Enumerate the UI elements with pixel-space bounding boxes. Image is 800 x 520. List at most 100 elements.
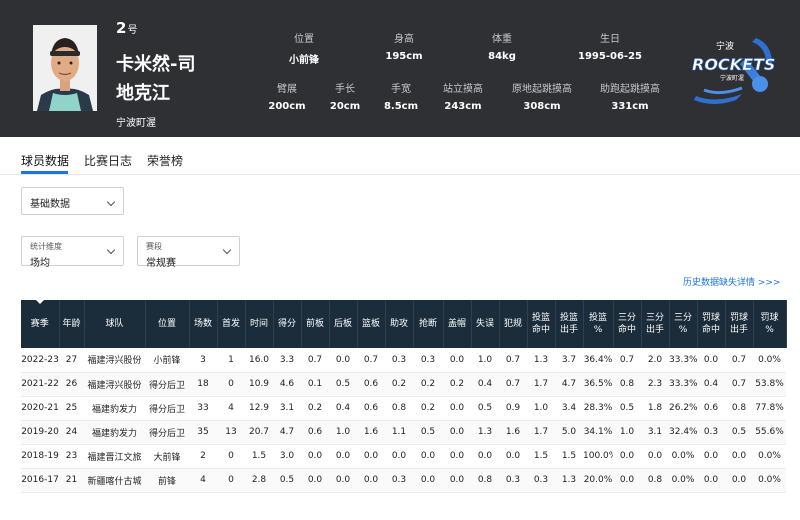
stat-value: 1995-06-25 [578, 51, 642, 62]
table-cell: 25 [59, 396, 84, 421]
table-cell: 得分后卫 [145, 396, 189, 421]
stat-label: 原地起跳摸高 [512, 84, 572, 95]
table-cell: 0.0 [697, 468, 725, 493]
column-header[interactable]: 三分 命中 [613, 300, 642, 348]
table-cell: 0.0 [443, 420, 471, 445]
table-cell: 55.6% [753, 420, 786, 445]
table-cell: 1.1 [385, 420, 413, 445]
column-header[interactable]: 篮板 [357, 300, 386, 348]
player-name-line1: 卡米然-司 [116, 54, 196, 75]
stage-select[interactable]: 赛段 常规赛 [137, 236, 240, 269]
column-header[interactable]: 位置 [145, 300, 190, 348]
table-cell: 28.3% [583, 396, 613, 421]
table-cell: 35 [189, 420, 217, 445]
table-cell: 2022-23 [21, 348, 59, 373]
column-header[interactable]: 抢断 [413, 300, 444, 348]
data-type-select[interactable]: 基础数据 [21, 187, 124, 215]
table-cell: 0.0% [753, 468, 786, 493]
table-cell: 3.4 [555, 396, 583, 421]
table-cell: 36.4% [583, 348, 613, 373]
table-cell: 福建豹发力 [84, 420, 145, 445]
table-cell: 4 [217, 396, 245, 421]
table-cell: 1.7 [527, 420, 555, 445]
table-cell: 3 [189, 348, 217, 373]
tab-game-log[interactable]: 比赛日志 [84, 152, 132, 174]
column-header[interactable]: 赛季 [21, 299, 60, 348]
stat-weight: 体重 84kg [462, 30, 542, 62]
table-cell: 福建浔兴股份 [84, 348, 145, 373]
stat-value: 84kg [488, 51, 516, 62]
table-cell: 1.6 [357, 420, 385, 445]
table-cell: 0.0 [357, 468, 385, 493]
table-cell: 4.7 [555, 372, 583, 397]
table-cell: 0.0 [443, 348, 471, 373]
table-cell: 福建豹发力 [84, 396, 145, 421]
table-cell: 0.0 [385, 444, 413, 469]
table-cell: 0.0 [725, 468, 753, 493]
select-value: 常规赛 [146, 258, 176, 269]
column-header[interactable]: 罚球 出手 [725, 300, 754, 348]
table-cell: 0.0 [443, 396, 471, 421]
column-header[interactable]: 三分% [669, 300, 698, 348]
table-cell: 0.0 [725, 444, 753, 469]
column-header[interactable]: 时间 [245, 300, 274, 348]
table-cell: 0.0 [413, 468, 443, 493]
table-cell: 0.0 [471, 444, 499, 469]
column-header[interactable]: 罚球% [753, 300, 787, 348]
column-header[interactable]: 投篮 命中 [527, 300, 556, 348]
column-header[interactable]: 得分 [273, 300, 302, 348]
column-header[interactable]: 罚球 命中 [697, 300, 726, 348]
table-cell: 0.3 [499, 468, 527, 493]
column-header[interactable]: 投篮% [583, 300, 614, 348]
table-cell: 0 [217, 372, 245, 397]
table-cell: 4.6 [273, 372, 301, 397]
column-header[interactable]: 球队 [84, 300, 146, 348]
table-cell: 0.5 [613, 396, 641, 421]
table-cell: 0.3 [385, 468, 413, 493]
column-header[interactable]: 首发 [217, 300, 246, 348]
tab-honors[interactable]: 荣誉榜 [147, 152, 183, 174]
table-cell: 1.5 [245, 444, 273, 469]
table-cell: 得分后卫 [145, 420, 189, 445]
column-header[interactable]: 后板 [329, 300, 358, 348]
table-cell: 3.3 [273, 348, 301, 373]
table-cell: 0.0 [641, 444, 669, 469]
table-cell: 0.0 [329, 468, 357, 493]
table-row: 2020-21 25 福建豹发力 得分后卫 33 4 12.9 3.1 0.2 0.4 0.6 0.8… [21, 396, 786, 421]
table-cell: 0.0 [301, 468, 329, 493]
stat-value: 308cm [523, 101, 561, 112]
table-cell: 0 [217, 444, 245, 469]
column-header[interactable]: 投篮 出手 [555, 300, 584, 348]
table-cell: 0.0 [357, 444, 385, 469]
column-header[interactable]: 犯规 [499, 300, 528, 348]
stat-value: 331cm [611, 101, 649, 112]
stat-height: 身高 195cm [364, 30, 444, 62]
column-header[interactable]: 助攻 [385, 300, 414, 348]
player-name: 卡米然-司 地克江 [116, 50, 216, 108]
table-cell: 得分后卫 [145, 372, 189, 397]
column-header[interactable]: 三分 出手 [641, 300, 670, 348]
table-cell: 0.6 [357, 372, 385, 397]
table-cell: 0.7 [357, 348, 385, 373]
table-cell: 0.7 [499, 348, 527, 373]
table-cell: 18 [189, 372, 217, 397]
column-header[interactable]: 场数 [189, 300, 218, 348]
column-header[interactable]: 前板 [301, 300, 330, 348]
table-cell: 23 [59, 444, 84, 469]
column-header[interactable]: 失误 [471, 300, 500, 348]
column-header[interactable]: 年龄 [59, 300, 85, 348]
column-header[interactable]: 盖帽 [443, 300, 472, 348]
table-cell: 20.0% [583, 468, 613, 493]
table-cell: 34.1% [583, 420, 613, 445]
stat-label: 站立摸高 [443, 84, 483, 95]
stat-dimension-select[interactable]: 统计维度 场均 [21, 236, 124, 269]
stat-birthday: 生日 1995-06-25 [570, 30, 650, 62]
chevron-down-icon [106, 197, 116, 207]
table-cell: 1.6 [499, 420, 527, 445]
table-cell: 27 [59, 348, 84, 373]
table-cell: 0.8 [471, 468, 499, 493]
history-missing-link[interactable]: 历史数据缺失详情 >>> [683, 275, 780, 288]
stat-value: 195cm [385, 51, 423, 62]
data-type-select-value: 基础数据 [30, 199, 70, 210]
table-row: 2018-19 23 福建晋江文旅 大前锋 2 0 1.5 3.0 0.0 0.0 0.0 0.0 0.… [21, 444, 786, 469]
